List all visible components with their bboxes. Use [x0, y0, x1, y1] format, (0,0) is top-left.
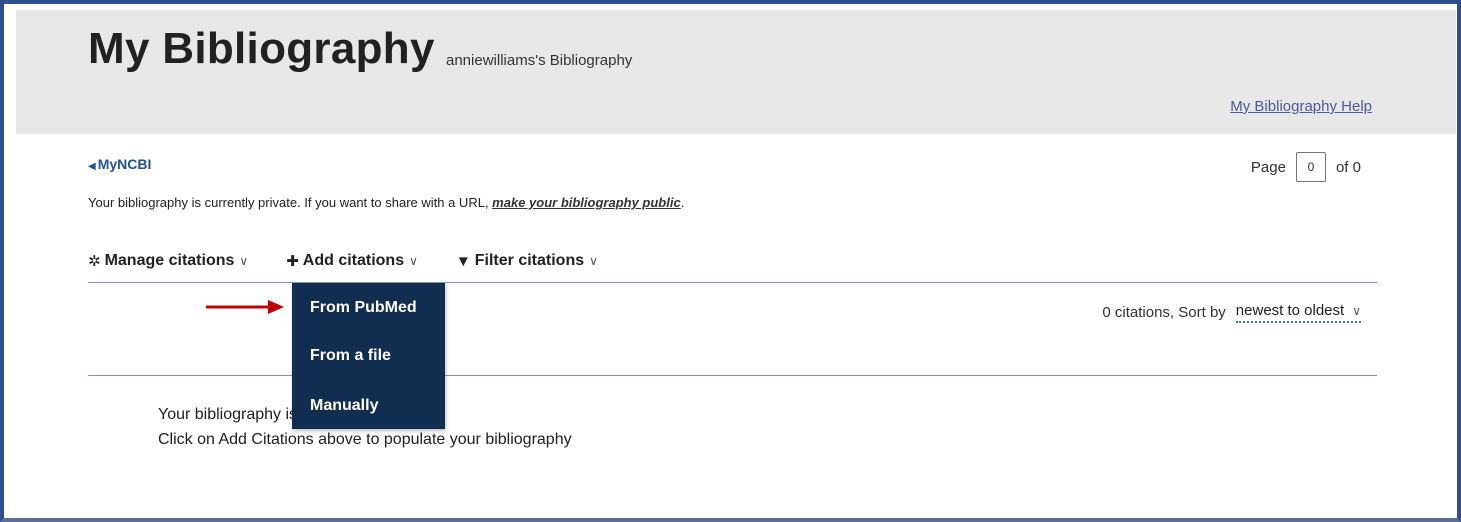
- filter-citations-label: Filter citations: [474, 252, 585, 269]
- manage-citations-label: Manage citations: [104, 252, 235, 269]
- sort-select[interactable]: newest to oldest ∨: [1235, 302, 1361, 323]
- add-citations-label: Add citations: [302, 252, 405, 269]
- chevron-down-icon: ∨: [239, 254, 249, 268]
- sort-controls: 0 citations, Sort by newest to oldest ∨: [1102, 302, 1361, 323]
- toolbar-divider: [88, 282, 1377, 283]
- privacy-text: Your bibliography is currently private. …: [88, 195, 493, 210]
- bibliography-owner: anniewilliams's Bibliography: [446, 52, 633, 69]
- myncbi-back-link[interactable]: ◀ MyNCBI: [88, 156, 151, 172]
- page-frame: My Bibliography anniewilliams's Bibliogr…: [0, 0, 1461, 522]
- add-citations-dropdown: From PubMed From a file Manually: [292, 283, 445, 429]
- list-divider: [88, 375, 1377, 376]
- citation-count: 0 citations, Sort by: [1102, 304, 1226, 321]
- plus-icon: ✚: [286, 253, 299, 270]
- menu-item-from-pubmed[interactable]: From PubMed: [310, 299, 417, 317]
- page-total: of 0: [1335, 158, 1361, 176]
- gear-icon: ✲: [88, 253, 101, 270]
- page-header: My Bibliography anniewilliams's Bibliogr…: [16, 10, 1456, 134]
- manage-citations-menu[interactable]: ✲ Manage citations ∨: [88, 252, 248, 270]
- privacy-suffix: .: [680, 195, 685, 210]
- menu-item-manually[interactable]: Manually: [310, 397, 378, 415]
- page-label: Page: [1250, 158, 1286, 176]
- menu-item-from-file[interactable]: From a file: [310, 347, 391, 365]
- page-title: My Bibliography: [88, 24, 435, 73]
- citations-toolbar: ✲ Manage citations ∨ ✚ Add citations ∨ ▼…: [88, 252, 636, 270]
- privacy-notice: Your bibliography is currently private. …: [88, 195, 684, 210]
- sort-selected-value: newest to oldest: [1235, 302, 1345, 319]
- add-citations-menu[interactable]: ✚ Add citations ∨: [286, 252, 418, 270]
- back-link-label: MyNCBI: [97, 156, 152, 172]
- chevron-down-icon: ∨: [409, 254, 418, 268]
- make-public-link[interactable]: make your bibliography public: [492, 195, 681, 210]
- filter-citations-menu[interactable]: ▼ Filter citations ∨: [456, 252, 598, 270]
- chevron-down-icon: ∨: [1352, 303, 1361, 318]
- pager: Page 0 of 0: [1251, 152, 1361, 182]
- chevron-left-icon: ◀: [88, 161, 96, 172]
- help-link[interactable]: My Bibliography Help: [1230, 98, 1372, 115]
- page-number-input[interactable]: 0: [1295, 152, 1326, 182]
- filter-icon: ▼: [455, 252, 471, 270]
- annotation-arrow-icon: [206, 300, 284, 314]
- chevron-down-icon: ∨: [589, 254, 598, 268]
- empty-line-2: Click on Add Citations above to populate…: [158, 431, 572, 448]
